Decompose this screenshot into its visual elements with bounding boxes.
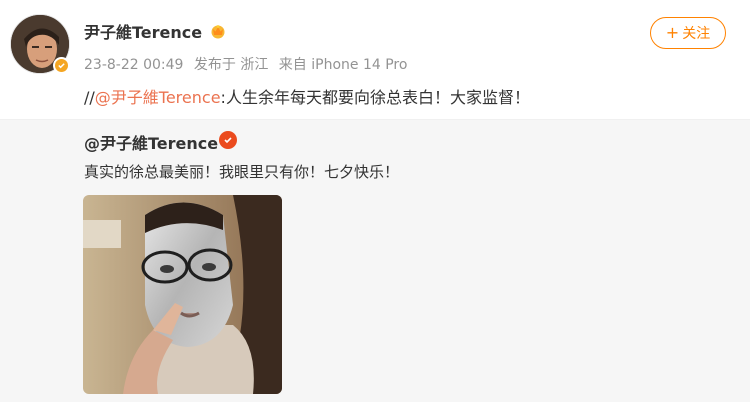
repost-prefix: // <box>84 88 95 107</box>
follow-button[interactable]: + 关注 <box>650 17 726 49</box>
quoted-post[interactable]: @尹子維Terence 真实的徐总最美丽！我眼里只有你！七夕快乐！ <box>0 120 750 402</box>
post-photo[interactable] <box>83 195 282 394</box>
repost-text: //@尹子維Terence:人生余年每天都要向徐总表白！大家监督！ <box>84 84 530 108</box>
quoted-text: 真实的徐总最美丽！我眼里只有你！七夕快乐！ <box>84 163 400 181</box>
weibo-post: 尹子維Terence 23-8-22 00:49 发布于 浙江 来自 iPhon… <box>0 0 750 402</box>
verified-badge-icon <box>219 131 237 149</box>
plus-icon: + <box>665 23 680 42</box>
post-time[interactable]: 23-8-22 00:49 <box>84 57 183 73</box>
follow-label: 关注 <box>682 26 711 42</box>
quoted-author[interactable]: @尹子維Terence <box>84 130 218 154</box>
post-device: 来自 iPhone 14 Pro <box>278 57 408 73</box>
author-name[interactable]: 尹子維Terence <box>84 19 202 43</box>
crown-icon <box>209 23 227 39</box>
post-location: 发布于 浙江 <box>193 57 269 73</box>
post-meta: 23-8-22 00:49 发布于 浙江 来自 iPhone 14 Pro <box>84 54 413 74</box>
repost-body: :人生余年每天都要向徐总表白！大家监督！ <box>220 88 530 107</box>
avatar[interactable] <box>10 14 70 74</box>
verified-badge-icon <box>53 57 70 74</box>
repost-mention-link[interactable]: @尹子維Terence <box>95 88 221 107</box>
